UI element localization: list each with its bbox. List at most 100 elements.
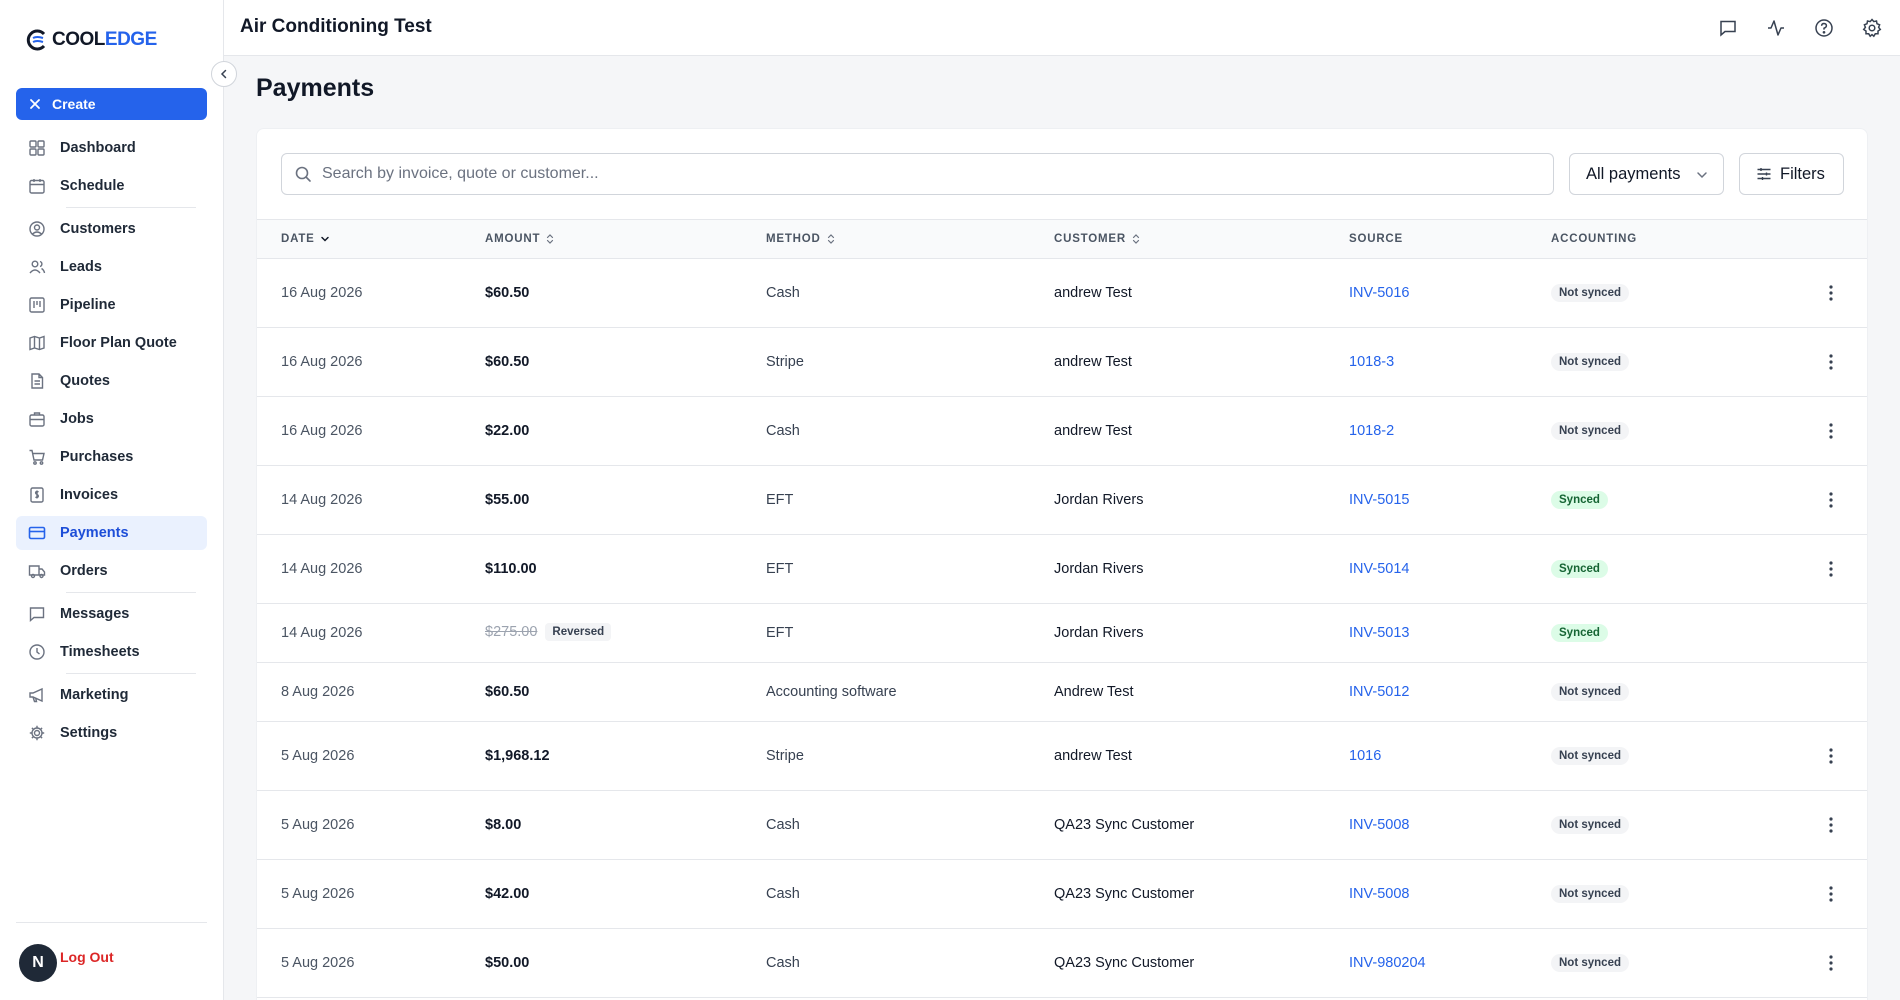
payment-source-link[interactable]: INV-5016 [1349,285,1409,301]
more-vertical-icon[interactable] [1819,557,1843,581]
more-vertical-icon[interactable] [1819,488,1843,512]
more-vertical-icon[interactable] [1819,951,1843,975]
logo-mark-icon [26,29,46,51]
briefcase-icon [27,409,47,429]
sidebar-item-marketing[interactable]: Marketing [16,678,207,712]
chevron-down-icon [320,234,330,244]
table-row[interactable]: 8 Aug 2026 $60.50 Accounting software An… [257,663,1867,722]
sidebar: COOLEDGE Create Dashboard Schedule Custo… [0,0,224,1000]
sidebar-item-customers[interactable]: Customers [16,212,207,246]
create-label: Create [52,96,96,112]
sidebar-item-leads[interactable]: Leads [16,250,207,284]
payments-filter-select[interactable]: All payments [1569,153,1724,195]
status-badge: Not synced [1551,954,1629,972]
column-header-label: ACCOUNTING [1551,233,1637,245]
sidebar-item-label: Settings [60,725,118,741]
table-row[interactable]: 5 Aug 2026 $50.00 Cash QA23 Sync Custome… [257,929,1867,998]
payment-source-link[interactable]: 1016 [1349,748,1381,764]
select-value: All payments [1586,164,1681,183]
payment-source-link[interactable]: INV-5013 [1349,625,1409,641]
sort-icon [545,233,555,245]
sidebar-item-label: Invoices [60,487,119,503]
more-vertical-icon[interactable] [1819,813,1843,837]
payment-source-link[interactable]: INV-5012 [1349,684,1409,700]
more-vertical-icon[interactable] [1819,419,1843,443]
sidebar-item-payments[interactable]: Payments [16,516,207,550]
chat-icon[interactable] [1714,14,1742,42]
payment-amount: $22.00 [485,423,530,439]
payment-source-link[interactable]: INV-980204 [1349,955,1426,971]
sidebar-item-orders[interactable]: Orders [16,554,207,588]
payment-source-link[interactable]: INV-5014 [1349,561,1409,577]
create-button[interactable]: Create [16,88,207,120]
filters-button[interactable]: Filters [1739,153,1844,195]
credit-card-icon [27,523,47,543]
app-logo[interactable]: COOLEDGE [26,28,157,52]
table-row[interactable]: 5 Aug 2026 $42.00 Cash QA23 Sync Custome… [257,860,1867,929]
activity-icon[interactable] [1762,14,1790,42]
payment-date: 5 Aug 2026 [281,748,355,764]
sidebar-item-quotes[interactable]: Quotes [16,364,207,398]
more-vertical-icon[interactable] [1819,744,1843,768]
sidebar-item-dashboard[interactable]: Dashboard [16,131,207,165]
message-icon [27,604,47,624]
table-row[interactable]: 14 Aug 2026 $275.00 Reversed EFT Jordan … [257,604,1867,663]
table-row[interactable]: 14 Aug 2026 $110.00 EFT Jordan Rivers IN… [257,535,1867,604]
search-icon [294,165,312,183]
status-badge: Not synced [1551,353,1629,371]
payment-date: 16 Aug 2026 [281,423,363,439]
more-vertical-icon[interactable] [1819,882,1843,906]
table-row[interactable]: 5 Aug 2026 $8.00 Cash QA23 Sync Customer… [257,791,1867,860]
sidebar-divider [16,922,207,923]
sidebar-item-floor-plan-quote[interactable]: Floor Plan Quote [16,326,207,360]
payment-source-link[interactable]: INV-5008 [1349,886,1409,902]
sidebar-item-label: Orders [60,563,108,579]
column-header-label: CUSTOMER [1054,233,1126,245]
status-badge: Not synced [1551,284,1629,302]
sidebar-item-settings[interactable]: Settings [16,716,207,750]
column-header-amount[interactable]: AMOUNT [485,233,555,245]
payment-method: Cash [766,285,800,301]
table-row[interactable]: 14 Aug 2026 $55.00 EFT Jordan Rivers INV… [257,466,1867,535]
table-row[interactable]: 5 Aug 2026 $1,968.12 Stripe andrew Test … [257,722,1867,791]
search-input[interactable] [322,165,1522,183]
column-header-customer[interactable]: CUSTOMER [1054,233,1141,245]
help-icon[interactable] [1810,14,1838,42]
more-vertical-icon[interactable] [1819,350,1843,374]
logout-link[interactable]: Log Out [60,949,114,965]
payments-card: All payments Filters DATE AMOUNT METHOD … [256,128,1868,1000]
table-row[interactable]: 16 Aug 2026 $22.00 Cash andrew Test 1018… [257,397,1867,466]
payment-source-link[interactable]: 1018-3 [1349,354,1394,370]
collapse-sidebar-button[interactable] [211,61,237,87]
avatar[interactable]: N [19,944,57,982]
payment-source-link[interactable]: INV-5008 [1349,817,1409,833]
column-header-source: SOURCE [1349,233,1403,245]
sidebar-item-invoices[interactable]: Invoices [16,478,207,512]
close-icon [29,98,41,110]
sidebar-item-purchases[interactable]: Purchases [16,440,207,474]
search-box[interactable] [281,153,1554,195]
status-badge: Not synced [1551,422,1629,440]
payment-source-link[interactable]: 1018-2 [1349,423,1394,439]
sidebar-item-label: Customers [60,221,136,237]
payment-source-link[interactable]: INV-5015 [1349,492,1409,508]
settings-icon[interactable] [1858,14,1886,42]
sidebar-item-label: Quotes [60,373,110,389]
sidebar-item-schedule[interactable]: Schedule [16,169,207,203]
sidebar-item-pipeline[interactable]: Pipeline [16,288,207,322]
column-header-method[interactable]: METHOD [766,233,836,245]
payment-customer: andrew Test [1054,423,1132,439]
payment-method: Stripe [766,748,804,764]
table-row[interactable]: 16 Aug 2026 $60.50 Cash andrew Test INV-… [257,259,1867,328]
more-vertical-icon[interactable] [1819,281,1843,305]
payment-customer: Jordan Rivers [1054,561,1144,577]
sidebar-item-jobs[interactable]: Jobs [16,402,207,436]
document-icon [27,371,47,391]
payment-method: Accounting software [766,684,897,700]
payment-customer: QA23 Sync Customer [1054,955,1195,971]
column-header-date[interactable]: DATE [281,233,330,245]
sidebar-item-timesheets[interactable]: Timesheets [16,635,207,669]
clock-icon [27,642,47,662]
table-row[interactable]: 16 Aug 2026 $60.50 Stripe andrew Test 10… [257,328,1867,397]
sidebar-item-messages[interactable]: Messages [16,597,207,631]
